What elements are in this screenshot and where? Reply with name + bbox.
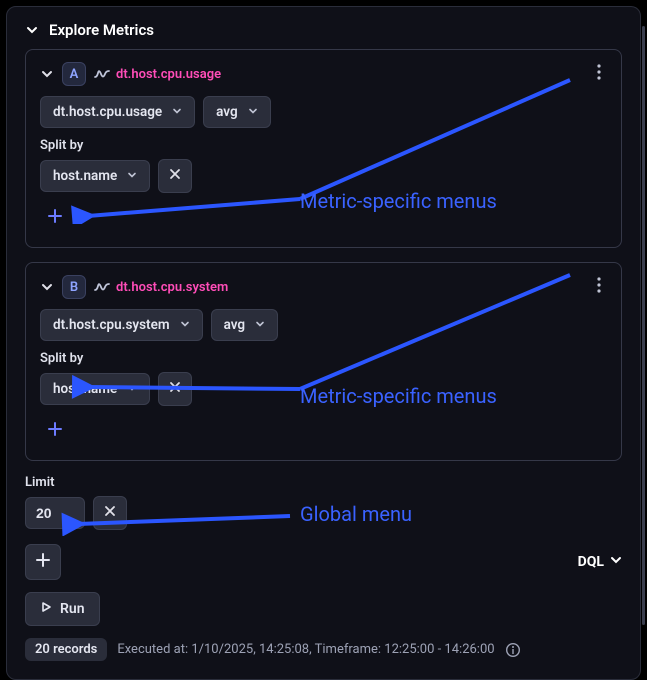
chevron-down-icon [255,317,265,333]
info-icon[interactable] [505,642,521,658]
metric-letter-badge: A [62,62,86,86]
metric-selector-dropdown[interactable]: dt.host.cpu.system [40,309,203,341]
chevron-down-icon [127,168,137,184]
metric-card: A dt.host.cpu.usage dt.host.cpu.usage av… [25,49,622,248]
metric-card: B dt.host.cpu.system dt.host.cpu.system … [25,262,622,461]
clear-split-button[interactable] [158,372,192,406]
add-section-button[interactable] [25,544,61,580]
scrollbar[interactable] [642,26,645,625]
chevron-down-icon [610,554,622,570]
chevron-down-icon [172,104,182,120]
close-icon [169,381,181,397]
metric-name-chip[interactable]: dt.host.cpu.usage [94,67,221,82]
run-button[interactable]: Run [25,592,100,626]
metric-menu-button[interactable] [587,273,611,297]
limit-label: Limit [25,475,622,490]
metric-name-text: dt.host.cpu.usage [116,67,221,82]
execution-status-text: Executed at: 1/10/2025, 14:25:08, Timefr… [117,642,494,657]
collapse-panel-chevron-icon[interactable] [25,23,39,37]
metric-selector-value: dt.host.cpu.usage [53,104,162,120]
metric-selector-dropdown[interactable]: dt.host.cpu.usage [40,96,195,128]
metric-menu-button[interactable] [587,60,611,84]
aggregation-dropdown[interactable]: avg [203,96,271,128]
records-chip: 20 records [25,638,107,661]
limit-input[interactable] [25,497,85,529]
signal-icon [94,67,110,81]
metric-name-chip[interactable]: dt.host.cpu.system [94,280,228,295]
dql-label: DQL [578,554,604,570]
split-by-value: host.name [53,168,117,184]
plus-icon [47,208,63,228]
aggregation-dropdown[interactable]: avg [211,309,279,341]
aggregation-value: avg [224,317,246,333]
split-by-value: host.name [53,381,117,397]
clear-split-button[interactable] [158,159,192,193]
close-icon [104,505,116,521]
explore-metrics-panel: Explore Metrics A dt.host.cpu.usage dt.h… [6,6,641,680]
panel-title: Explore Metrics [49,21,154,39]
split-by-dropdown[interactable]: host.name [40,160,150,192]
collapse-metric-chevron-icon[interactable] [40,67,54,81]
close-icon [169,168,181,184]
plus-icon [36,553,50,571]
split-by-dropdown[interactable]: host.name [40,373,150,405]
split-by-label: Split by [40,138,607,153]
run-label: Run [60,601,85,617]
clear-limit-button[interactable] [93,496,127,530]
play-icon [40,601,52,617]
add-metric-option-button[interactable] [40,203,70,233]
chevron-down-icon [127,381,137,397]
collapse-metric-chevron-icon[interactable] [40,280,54,294]
plus-icon [47,421,63,441]
add-metric-option-button[interactable] [40,416,70,446]
chevron-down-icon [248,104,258,120]
status-row: 20 records Executed at: 1/10/2025, 14:25… [25,638,622,661]
metric-name-text: dt.host.cpu.system [116,280,228,295]
split-by-label: Split by [40,351,607,366]
signal-icon [94,280,110,294]
chevron-down-icon [180,317,190,333]
metric-selector-value: dt.host.cpu.system [53,317,170,333]
metric-letter-badge: B [62,275,86,299]
panel-header: Explore Metrics [25,21,622,39]
aggregation-value: avg [216,104,238,120]
dql-toggle[interactable]: DQL [578,554,622,570]
